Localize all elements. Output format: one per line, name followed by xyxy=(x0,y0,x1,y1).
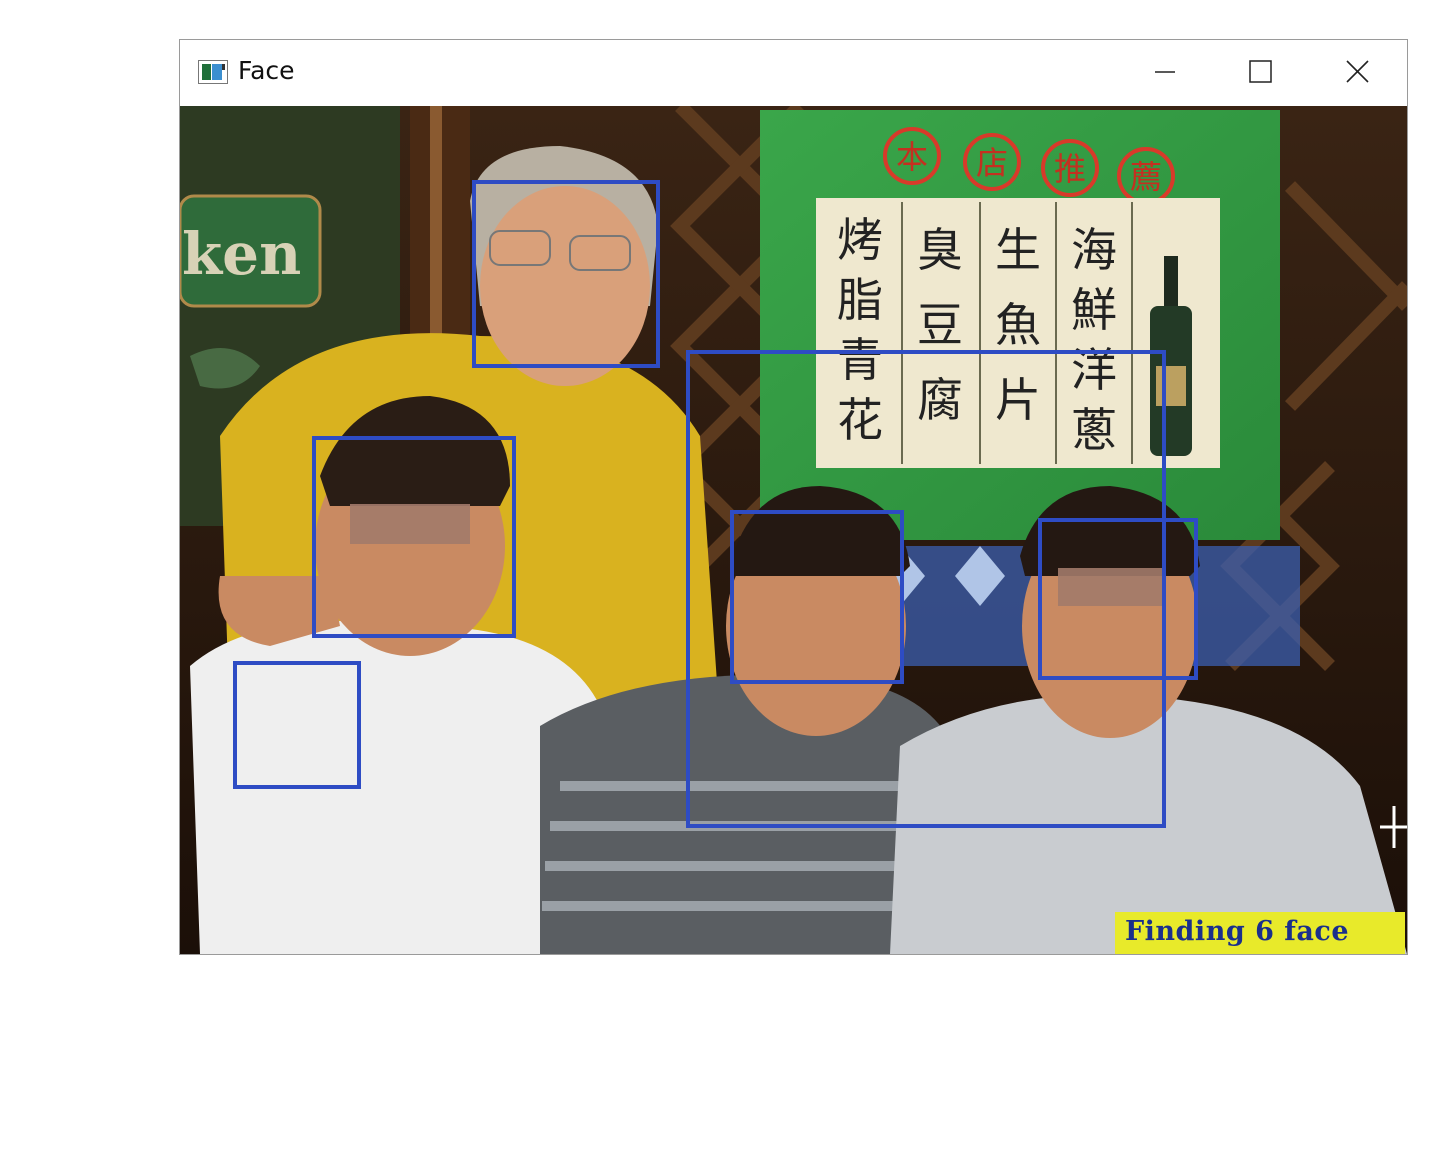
maximize-icon xyxy=(1249,60,1272,83)
menu-char: 臭 xyxy=(917,223,963,277)
window-title: Face xyxy=(238,56,295,85)
minimize-icon xyxy=(1155,71,1175,73)
close-icon xyxy=(1346,60,1369,83)
close-button[interactable] xyxy=(1309,40,1405,106)
menu-char: 海 xyxy=(1071,223,1117,277)
face-box xyxy=(1038,518,1198,680)
maximize-button[interactable] xyxy=(1213,40,1309,106)
menu-char: 生 xyxy=(995,223,1041,277)
minimize-button[interactable] xyxy=(1117,40,1213,106)
sign-title-char: 本 xyxy=(896,138,928,176)
face-window: Face ken 本 店 推 薦 烤 脂 青 花 臭 豆 腐 生 魚 片 海 鮮… xyxy=(179,39,1408,955)
menu-char: 脂 xyxy=(837,273,883,327)
title-bar[interactable]: Face xyxy=(180,40,1407,106)
face-box xyxy=(730,510,904,684)
face-box xyxy=(472,180,660,368)
menu-char: 豆 xyxy=(917,298,963,352)
menu-char: 鮮 xyxy=(1071,283,1117,337)
sign-title-char: 店 xyxy=(976,144,1008,182)
status-label: Finding 6 face xyxy=(1115,912,1405,954)
image-viewport: ken 本 店 推 薦 烤 脂 青 花 臭 豆 腐 生 魚 片 海 鮮 洋 蔥 … xyxy=(180,106,1407,954)
menu-char: 烤 xyxy=(837,213,883,267)
menu-char: 魚 xyxy=(995,298,1041,352)
crosshair-cursor-icon xyxy=(1380,806,1407,848)
face-box xyxy=(312,436,516,638)
status-text: Finding 6 face xyxy=(1125,916,1350,947)
beer-logo-text: ken xyxy=(182,220,301,288)
app-window-icon xyxy=(198,60,228,84)
sign-title-char: 薦 xyxy=(1130,158,1162,196)
sign-title-char: 推 xyxy=(1054,150,1086,188)
face-box xyxy=(233,661,361,789)
